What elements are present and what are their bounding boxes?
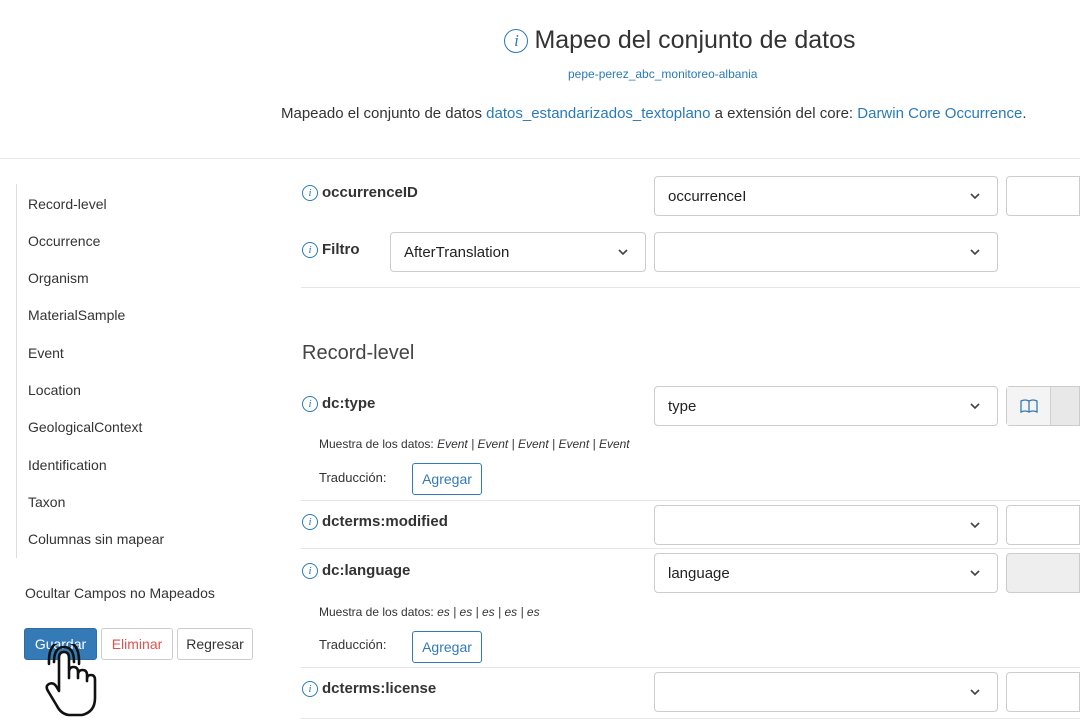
dataset-link[interactable]: datos_estandarizados_textoplano [486,105,710,122]
chevron-down-icon [618,249,628,256]
dc-type-select[interactable]: type [654,386,998,426]
sidebar-item-location[interactable]: Location [28,382,81,398]
dcterms-modified-default-input[interactable] [1006,505,1080,545]
divider [301,500,1080,501]
info-icon[interactable]: i [302,562,318,579]
dcterms-license-label: i dcterms:license [302,680,436,697]
info-icon[interactable]: i [504,28,529,53]
divider [301,718,1080,719]
header-divider [0,158,1080,159]
sidebar-item-occurrence[interactable]: Occurrence [28,233,100,249]
chevron-down-icon [970,403,980,410]
filter-label-text: Filtro [322,241,360,258]
pointer-hand-icon [45,644,97,717]
core-link[interactable]: Darwin Core Occurrence [857,105,1022,122]
sidebar-item-taxon[interactable]: Taxon [28,494,65,510]
add-translation-button[interactable]: Agregar [412,463,482,495]
book-icon [1019,399,1038,413]
dcterms-license-select[interactable] [654,672,998,712]
occurrence-id-label: i occurrenceID [302,184,418,201]
section-title-record-level: Record-level [302,342,415,364]
info-icon[interactable]: i [302,241,318,258]
info-icon[interactable]: i [302,184,318,201]
divider [301,287,1080,288]
chevron-down-icon [970,689,980,696]
occurrence-id-label-text: occurrenceID [322,184,418,201]
title-row: i Mapeo del conjunto de datos [0,26,1080,55]
dcterms-modified-select[interactable] [654,505,998,545]
filter-value-select[interactable] [654,232,998,272]
filter-label: i Filtro [302,241,360,258]
mapping-suffix: . [1022,105,1027,122]
sidebar-item-event[interactable]: Event [28,345,64,361]
translation-label: Traducción: [319,470,387,485]
sidebar-item-unmapped-columns[interactable]: Columnas sin mapear [28,531,164,547]
dc-type-label-text: dc:type [322,395,376,412]
filter-type-select[interactable]: AfterTranslation [390,232,646,272]
occurrence-id-default-input[interactable] [1006,176,1080,216]
sidebar-item-geologicalcontext[interactable]: GeologicalContext [28,419,142,435]
dcterms-license-default-input[interactable] [1006,672,1080,712]
chevron-down-icon [970,522,980,529]
dc-language-value: language [668,564,730,582]
occurrence-id-value: occurrenceI [668,187,747,205]
dc-language-sample: Muestra de los datos: es | es | es | es … [319,605,540,619]
sidebar-item-record-level[interactable]: Record-level [28,196,107,212]
chevron-down-icon [970,249,980,256]
sample-prefix: Muestra de los datos: [319,605,438,619]
mapping-prefix: Mapeado el conjunto de datos [281,105,487,122]
dcterms-license-label-text: dcterms:license [322,680,437,697]
occurrence-id-select[interactable]: occurrenceI [654,176,998,216]
info-icon[interactable]: i [302,395,318,412]
dcterms-modified-label: i dcterms:modified [302,513,448,530]
dc-type-sample: Muestra de los datos: Event | Event | Ev… [319,437,630,451]
sidebar-item-materialsample[interactable]: MaterialSample [28,307,125,323]
add-translation-button[interactable]: Agregar [412,631,482,663]
chevron-down-icon [970,570,980,577]
vocabulary-button[interactable] [1006,386,1080,426]
back-button[interactable]: Regresar [177,628,253,660]
info-icon[interactable]: i [302,680,318,697]
page-title-text: Mapeo del conjunto de datos [534,26,856,54]
chevron-down-icon [970,193,980,200]
divider [301,667,1080,668]
translation-label: Traducción: [319,637,387,652]
dataset-subtitle[interactable]: pepe-perez_abc_monitoreo-albania [568,67,757,81]
dc-language-default-input[interactable] [1006,553,1080,593]
info-icon[interactable]: i [302,513,318,530]
sample-prefix: Muestra de los datos: [319,437,438,451]
sidebar-item-organism[interactable]: Organism [28,270,89,286]
dc-language-select[interactable]: language [654,553,998,593]
hide-unmapped-toggle[interactable]: Ocultar Campos no Mapeados [25,585,215,601]
sample-values: Event | Event | Event | Event | Event [437,437,630,451]
mapping-description: Mapeado el conjunto de datos datos_estan… [281,105,1027,122]
dc-type-value: type [668,397,697,415]
divider [301,548,1080,549]
sample-values: es | es | es | es | es [437,605,540,619]
page-title: i Mapeo del conjunto de datos [504,26,856,55]
dc-language-label-text: dc:language [322,562,411,579]
dc-language-label: i dc:language [302,562,410,579]
sidebar-nav: Record-level Occurrence Organism Materia… [16,184,216,558]
sidebar-item-identification[interactable]: Identification [28,457,107,473]
delete-button[interactable]: Eliminar [101,628,173,660]
filter-type-value: AfterTranslation [404,243,510,261]
mapping-middle: a extensión del core: [710,105,858,122]
dc-type-label: i dc:type [302,395,375,412]
dcterms-modified-label-text: dcterms:modified [322,513,448,530]
